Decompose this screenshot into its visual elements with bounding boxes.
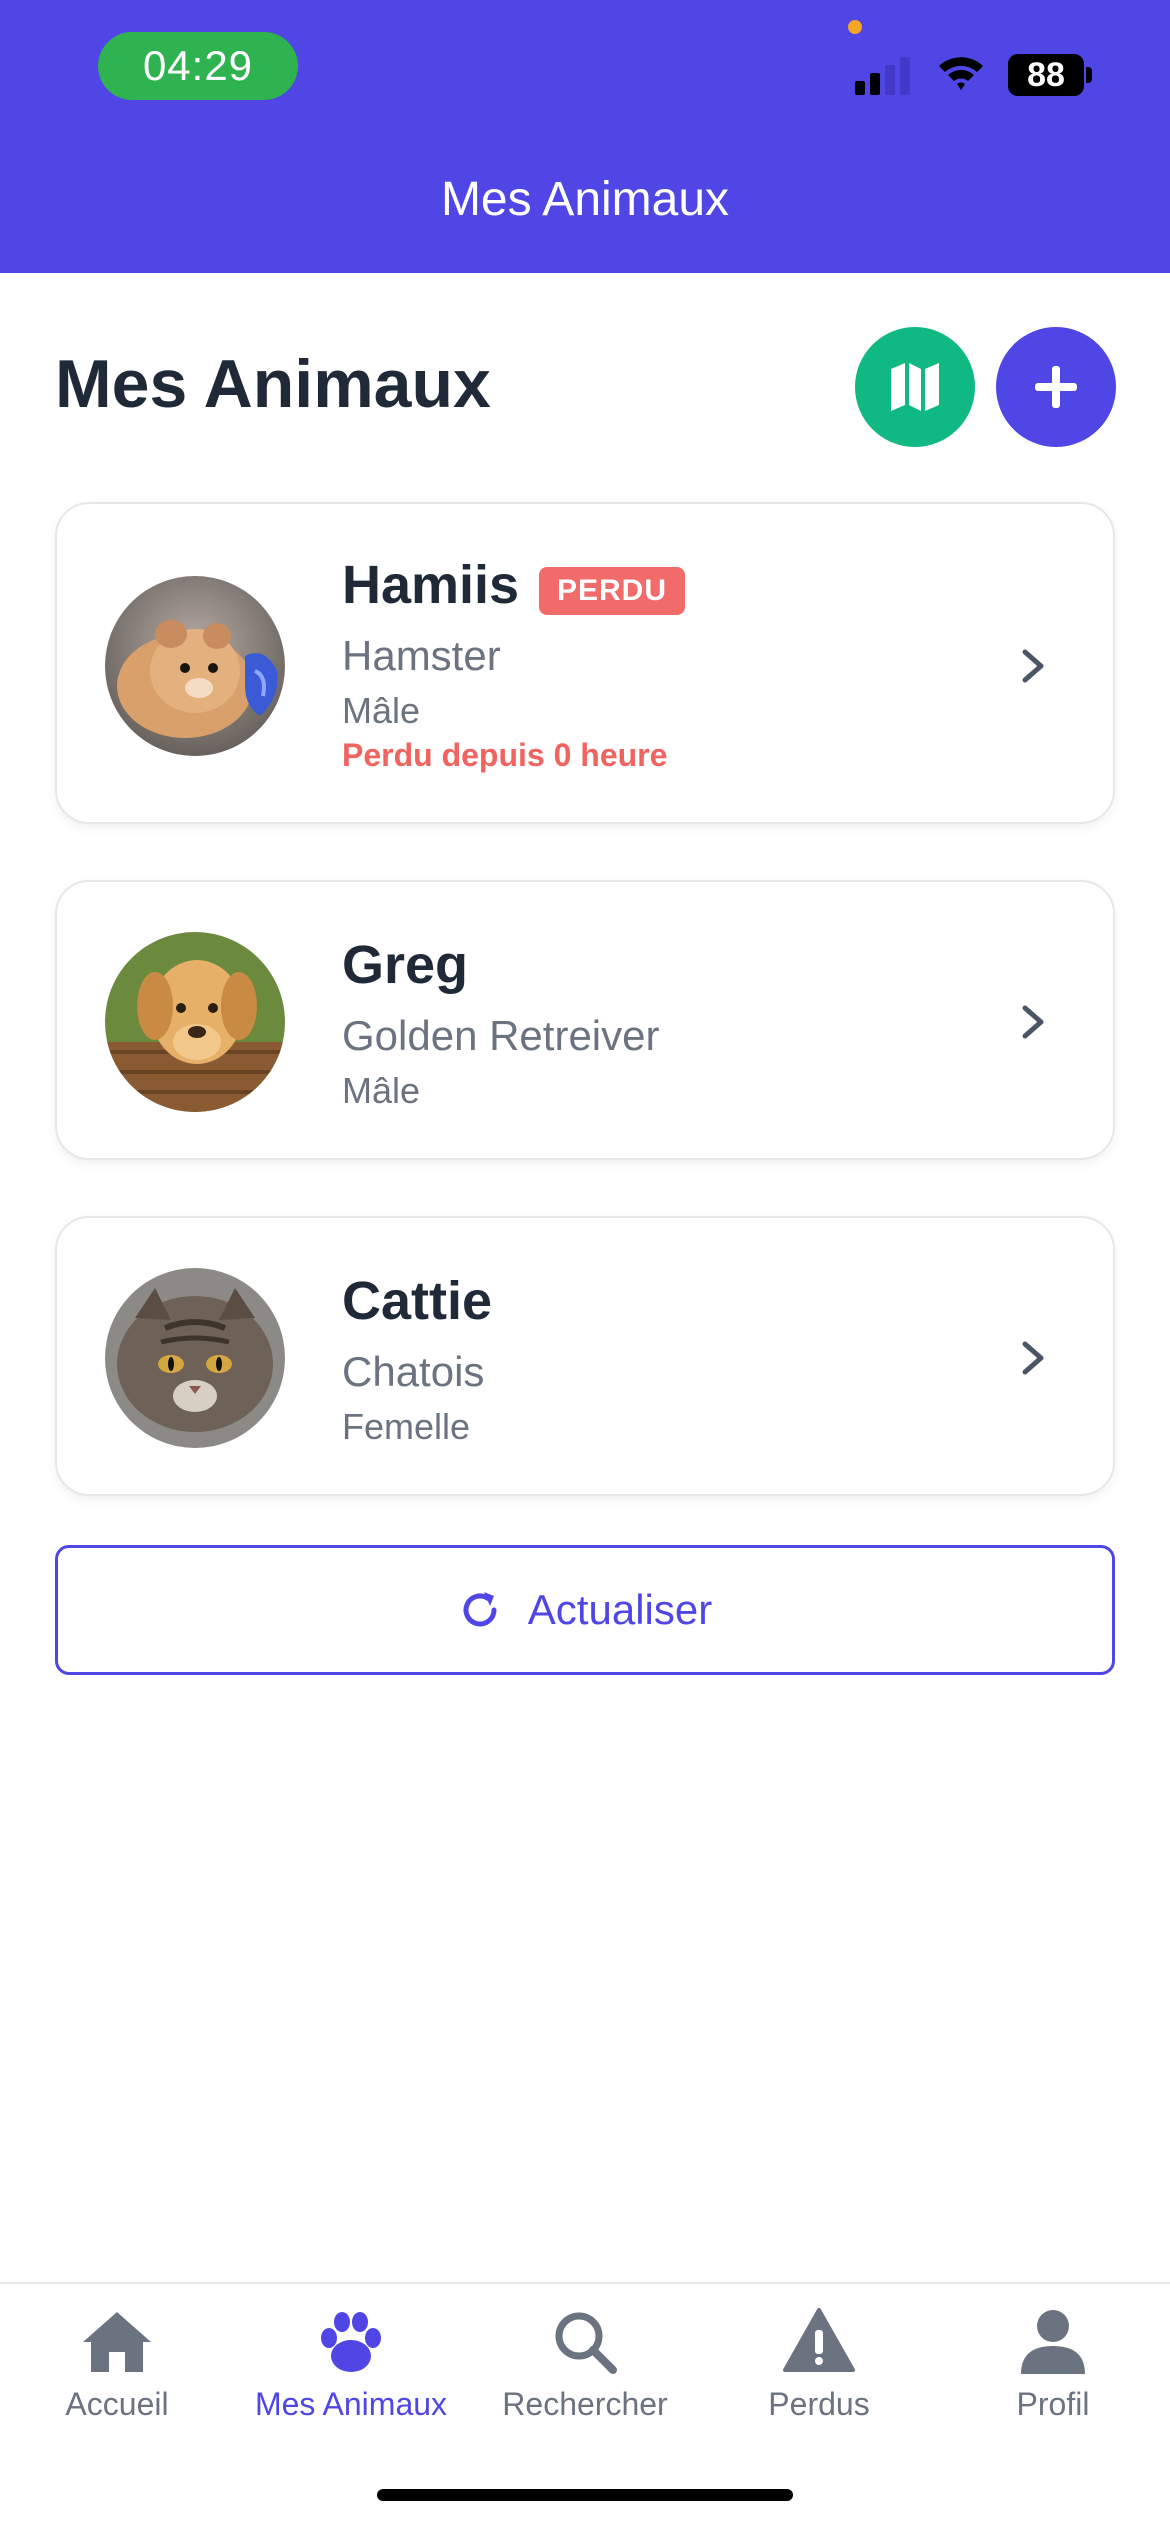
pet-name: Hamiis	[342, 555, 520, 615]
lost-since-text: Perdu depuis 0 heure	[342, 737, 668, 773]
pet-card-greg[interactable]: Greg Golden Retreiver Mâle	[55, 880, 1115, 1160]
tab-label: Accueil	[65, 2386, 169, 2422]
paw-icon	[321, 2312, 381, 2372]
lost-badge: PERDU	[539, 567, 686, 615]
tab-label: Perdus	[768, 2386, 870, 2422]
cellular-signal-icon	[855, 57, 910, 95]
app-header: 04:29 88 Mes Animaux	[0, 0, 1170, 273]
pet-photo-hamster	[105, 576, 285, 756]
warning-icon	[783, 2308, 855, 2372]
page-title: Mes Animaux	[55, 346, 491, 422]
tab-accueil[interactable]: Accueil	[0, 2304, 234, 2423]
pet-name: Greg	[342, 935, 469, 995]
nav-title: Mes Animaux	[440, 173, 730, 226]
refresh-button[interactable]: Actualiser	[55, 1545, 1115, 1675]
plus-icon	[1035, 366, 1077, 408]
refresh-icon	[463, 1592, 497, 1627]
pet-sex: Femelle	[342, 1406, 471, 1447]
tab-rechercher[interactable]: Rechercher	[468, 2304, 702, 2423]
tab-perdus[interactable]: Perdus	[702, 2304, 936, 2423]
battery-tip	[1086, 67, 1092, 83]
pet-breed: Golden Retreiver	[342, 1012, 660, 1059]
add-pet-button[interactable]	[996, 327, 1116, 447]
tab-label: Mes Animaux	[254, 2386, 448, 2422]
pet-card-cattie[interactable]: Cattie Chatois Femelle	[55, 1216, 1115, 1496]
tab-mes-animaux[interactable]: Mes Animaux	[234, 2304, 468, 2423]
chevron-right-icon	[1022, 1005, 1044, 1039]
pet-photo-dog	[105, 932, 285, 1112]
pet-breed: Hamster	[342, 632, 501, 679]
status-time: 04:29	[98, 32, 298, 100]
chevron-right-icon	[1022, 1341, 1044, 1375]
pet-sex: Mâle	[342, 690, 421, 731]
tab-profil[interactable]: Profil	[936, 2304, 1170, 2423]
wifi-icon	[939, 57, 983, 90]
home-icon	[83, 2312, 151, 2372]
battery-icon: 88	[1008, 54, 1084, 96]
user-icon	[1021, 2310, 1085, 2374]
map-button[interactable]	[855, 327, 975, 447]
home-indicator	[377, 2489, 793, 2501]
map-icon	[891, 363, 939, 411]
tab-label: Profil	[1016, 2386, 1090, 2422]
tab-label: Rechercher	[502, 2386, 668, 2422]
pet-breed: Chatois	[342, 1348, 485, 1395]
app-screen: 04:29 88 Mes Animaux Mes Animaux Hamiis …	[0, 0, 1170, 2532]
search-icon	[555, 2312, 617, 2374]
chevron-right-icon	[1022, 649, 1044, 683]
pet-card-hamiis[interactable]: Hamiis PERDU Hamster Mâle Perdu depuis 0…	[55, 502, 1115, 824]
pet-photo-cat	[105, 1268, 285, 1448]
pet-name: Cattie	[342, 1271, 493, 1331]
privacy-indicator-icon	[848, 20, 862, 34]
pet-sex: Mâle	[342, 1070, 421, 1111]
refresh-label: Actualiser	[527, 1586, 713, 1633]
